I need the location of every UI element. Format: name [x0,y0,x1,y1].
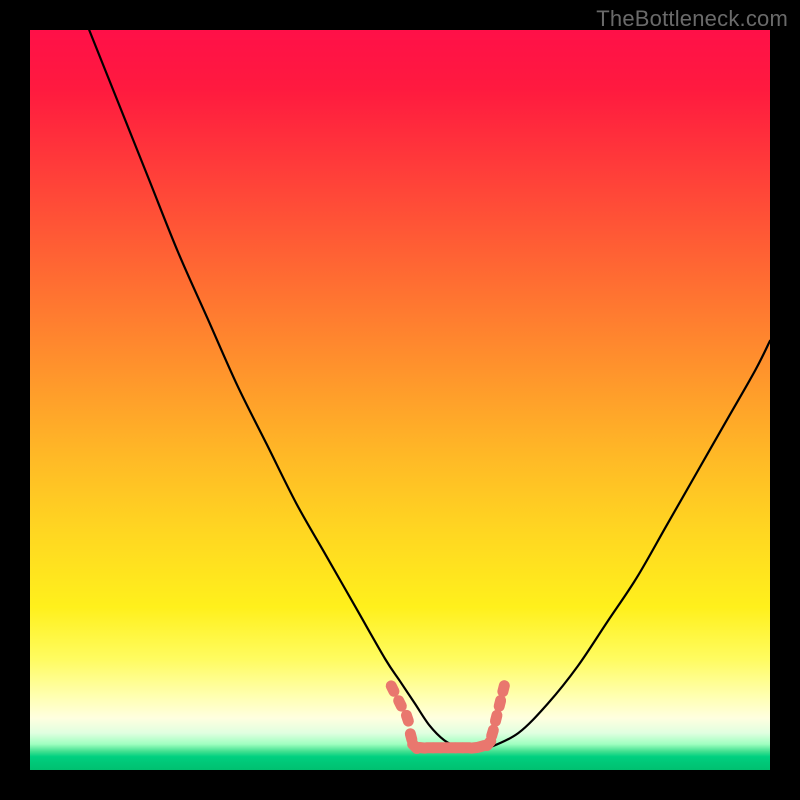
curve-svg [30,30,770,770]
bottleneck-curve [89,30,770,752]
plot-area [30,30,770,770]
watermark-text: TheBottleneck.com [596,6,788,32]
optimal-range-markers [385,679,511,755]
marker [493,694,507,712]
marker [497,680,511,698]
marker [400,709,415,727]
marker [489,709,503,727]
marker [485,724,499,742]
marker [385,679,401,698]
chart-frame: TheBottleneck.com [0,0,800,800]
